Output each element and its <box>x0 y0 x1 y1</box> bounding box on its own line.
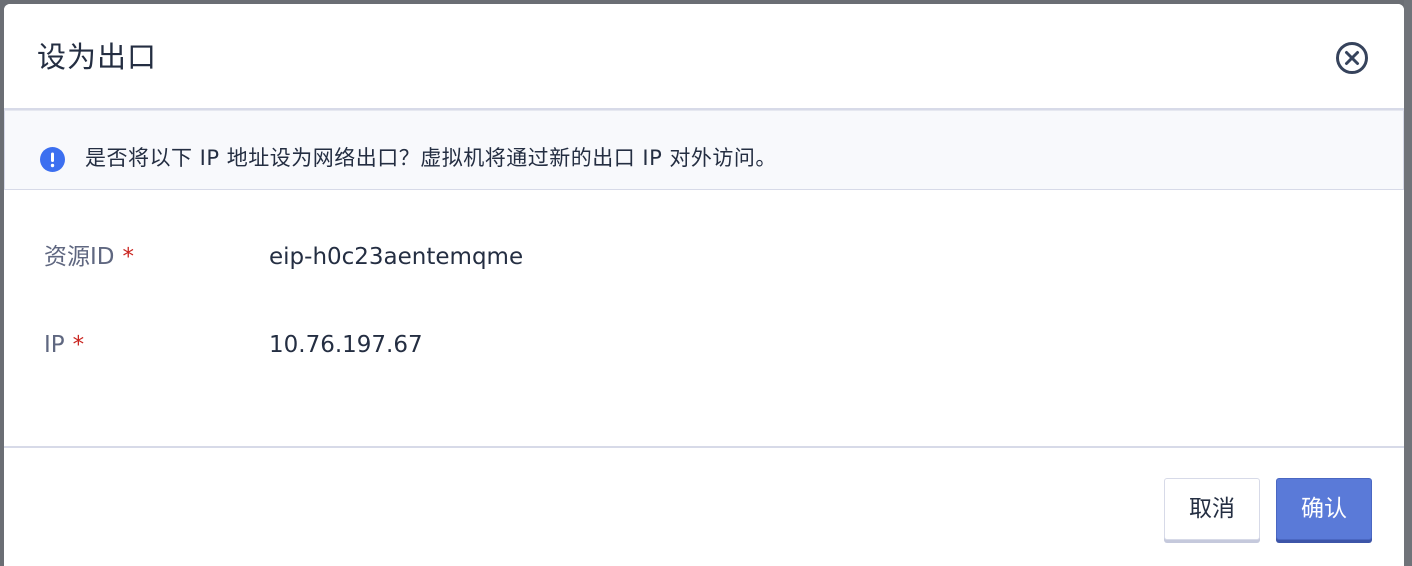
required-mark: * <box>122 244 135 270</box>
cancel-button[interactable]: 取消 <box>1164 478 1260 540</box>
close-button[interactable] <box>1334 40 1370 76</box>
exclamation-circle-icon <box>40 147 65 172</box>
resource-id-label: 资源ID * <box>44 241 134 273</box>
resource-id-label-text: 资源ID <box>44 244 115 270</box>
confirm-notice: 是否将以下 IP 地址设为网络出口？虚拟机将通过新的出口 IP 对外访问。 <box>4 110 1404 190</box>
set-as-egress-dialog: 设为出口 是否将以下 IP 地址设为网络出口？虚拟机将通过新的出口 IP 对外访… <box>4 4 1404 566</box>
close-circle-icon <box>1336 42 1368 74</box>
dialog-title: 设为出口 <box>37 40 158 74</box>
ip-label-text: IP <box>44 332 65 358</box>
dialog-header: 设为出口 <box>4 4 1404 110</box>
footer-divider <box>4 446 1404 448</box>
confirm-button[interactable]: 确认 <box>1276 478 1372 540</box>
notice-text: 是否将以下 IP 地址设为网络出口？虚拟机将通过新的出口 IP 对外访问。 <box>85 146 777 170</box>
ip-label: IP * <box>44 329 84 361</box>
required-mark: * <box>72 332 85 358</box>
ip-value: 10.76.197.67 <box>269 332 423 358</box>
modal-backdrop <box>1404 0 1412 566</box>
resource-id-value: eip-h0c23aentemqme <box>269 244 524 270</box>
